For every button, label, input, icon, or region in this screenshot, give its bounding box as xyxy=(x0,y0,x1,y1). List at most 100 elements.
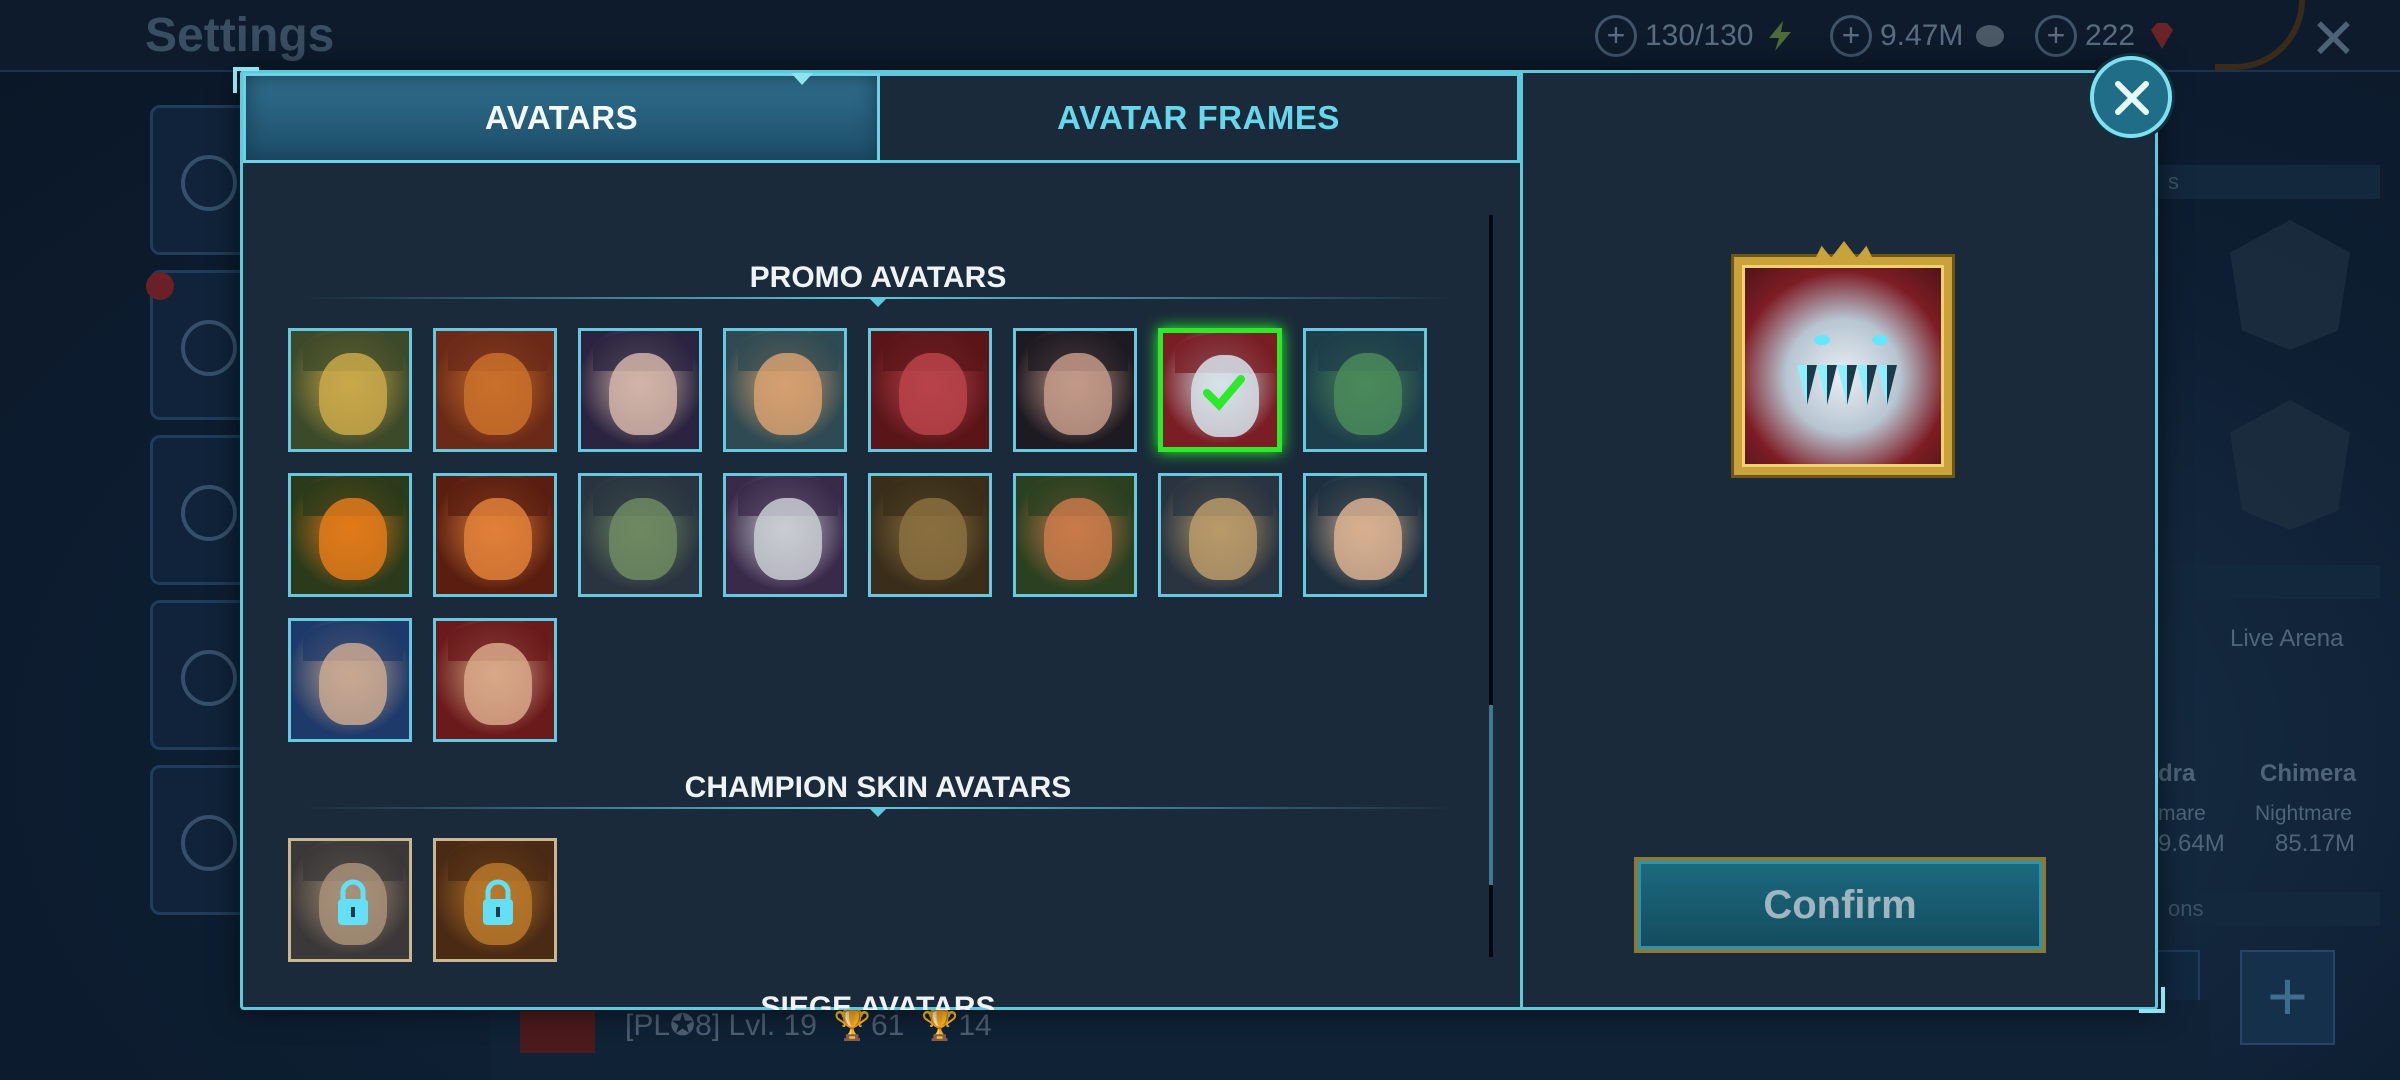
tab-avatar-frames[interactable]: AVATAR FRAMES xyxy=(880,73,1520,163)
avatar-locked-priestess[interactable] xyxy=(288,838,412,962)
trophy-count: 61 xyxy=(870,1009,905,1042)
section-title-promo: PROMO AVATARS xyxy=(749,261,1007,294)
add-silver-button[interactable]: + xyxy=(1830,15,1872,57)
silver-value: 9.47M xyxy=(1880,19,1964,52)
checkmark-icon xyxy=(1203,375,1245,411)
avatar-portrait xyxy=(319,353,387,435)
avatar-portrait xyxy=(1334,353,1402,435)
gem-value: 222 xyxy=(2085,19,2136,52)
avatar-portrait xyxy=(464,643,532,725)
avatar-list[interactable]: PROMO AVATARS CHAMPION SKIN AVATARS SIEG… xyxy=(243,163,1520,1010)
avatar-select-modal: AVATARS AVATAR FRAMES PROMO AVATARS CHAM… xyxy=(233,67,2165,1013)
promo-avatar-grid xyxy=(288,328,1427,742)
background-close-icon[interactable]: ✕ xyxy=(2310,6,2357,72)
energy-icon xyxy=(1769,21,1792,51)
background-section-header: s xyxy=(2158,165,2380,199)
tab-avatars[interactable]: AVATARS xyxy=(243,73,880,163)
avatar-elven-maiden[interactable] xyxy=(1303,473,1427,597)
preview-fangs xyxy=(1797,365,1897,405)
preview-eye-right xyxy=(1872,335,1888,345)
hydra-label: dra xyxy=(2158,760,2196,787)
lock-icon xyxy=(483,879,513,925)
background-divider xyxy=(2158,565,2380,599)
chimera-score: 85.17M xyxy=(2275,830,2356,857)
chimera-label: Chimera xyxy=(2260,760,2357,787)
avatar-portrait xyxy=(1044,353,1112,435)
avatar-gold-masked-warrior[interactable] xyxy=(288,328,412,452)
section-divider xyxy=(303,297,1453,307)
avatar-portrait xyxy=(464,353,532,435)
lock-icon xyxy=(338,879,368,925)
avatar-portrait xyxy=(754,498,822,580)
silver-resource[interactable]: + 9.47M xyxy=(1830,14,2007,58)
section-divider xyxy=(303,807,1453,817)
avatar-horned-druid[interactable] xyxy=(1303,328,1427,452)
preview-eye-left xyxy=(1814,335,1830,345)
globe-icon xyxy=(181,815,237,871)
close-icon xyxy=(2115,81,2149,115)
avatar-tribal-chief[interactable] xyxy=(433,328,557,452)
page-title: Settings xyxy=(145,9,335,62)
hydra-score: 9.64M xyxy=(2158,830,2225,857)
energy-resource[interactable]: + 130/130 xyxy=(1595,14,1797,58)
selected-avatar-preview xyxy=(1734,257,1952,475)
profile-icon xyxy=(181,155,237,211)
section-title-siege: SIEGE AVATARS xyxy=(760,991,996,1010)
chimera-difficulty: Nightmare xyxy=(2255,802,2352,825)
add-energy-button[interactable]: + xyxy=(1595,15,1637,57)
decorative-hook-icon xyxy=(2215,0,2305,70)
background-section-header: ons xyxy=(2158,892,2380,926)
avatar-portrait xyxy=(319,498,387,580)
avatar-leprechaun-dwarf[interactable] xyxy=(1013,473,1137,597)
avatar-portrait xyxy=(1334,498,1402,580)
avatar-gold-crown-warlord[interactable] xyxy=(1158,473,1282,597)
player-info: [PL✪8] Lvl. 19 🏆61 🏆14 xyxy=(625,1009,992,1042)
energy-value: 130/130 xyxy=(1645,19,1754,52)
info-icon xyxy=(181,650,237,706)
scrollbar-thumb[interactable] xyxy=(1489,705,1493,885)
avatar-locked-beastman[interactable] xyxy=(433,838,557,962)
clan-flag-icon xyxy=(520,1005,595,1053)
player-level: Lvl. 19 xyxy=(728,1009,817,1042)
panel-divider xyxy=(1520,73,1523,1010)
avatar-cyan-crowned-elf[interactable] xyxy=(723,328,847,452)
avatar-portrait xyxy=(899,353,967,435)
modal-tabs: AVATARS AVATAR FRAMES xyxy=(243,73,1520,163)
avatar-noble-lady[interactable] xyxy=(1013,328,1137,452)
avatar-pumpkin-head[interactable] xyxy=(288,473,412,597)
avatar-portrait xyxy=(1044,498,1112,580)
silver-icon xyxy=(1976,25,2005,47)
avatar-green-orc[interactable] xyxy=(578,473,702,597)
gem-icon xyxy=(2151,23,2174,49)
user-icon xyxy=(181,320,237,376)
avatar-portrait xyxy=(1189,498,1257,580)
avatar-red-armored-knight[interactable] xyxy=(868,328,992,452)
avatar-frost-beast[interactable] xyxy=(1158,328,1282,452)
avatar-silver-helmet-knight[interactable] xyxy=(723,473,847,597)
skin-avatar-grid xyxy=(288,838,1427,962)
avatar-portrait xyxy=(609,353,677,435)
clan-tag: [PL✪8] xyxy=(625,1009,721,1042)
background-header: Settings + 130/130 + 9.47M + 222 ✕ xyxy=(0,0,2400,72)
avatar-portrait xyxy=(609,498,677,580)
section-title-champion-skin: CHAMPION SKIN AVATARS xyxy=(684,771,1072,804)
cup-count: 14 xyxy=(958,1009,992,1042)
gem-resource[interactable]: + 222 xyxy=(2035,14,2179,58)
player-bar: [PL✪8] Lvl. 19 🏆61 🏆14 xyxy=(490,1000,2210,1080)
avatar-portrait xyxy=(464,498,532,580)
confirm-button[interactable]: Confirm xyxy=(1634,857,2046,953)
avatar-tattooed-warrior[interactable] xyxy=(288,618,412,742)
avatar-portrait xyxy=(319,643,387,725)
add-slot-button[interactable]: + xyxy=(2240,950,2335,1045)
live-arena-label: Live Arena xyxy=(2230,625,2344,652)
avatar-goblin-warrior[interactable] xyxy=(868,473,992,597)
hydra-difficulty: mare xyxy=(2158,802,2206,825)
avatar-portrait xyxy=(754,353,822,435)
close-modal-button[interactable] xyxy=(2090,56,2172,138)
avatar-red-haired-queen[interactable] xyxy=(433,618,557,742)
avatar-fire-demon[interactable] xyxy=(433,473,557,597)
add-gem-button[interactable]: + xyxy=(2035,15,2077,57)
avatar-portrait xyxy=(899,498,967,580)
notification-dot xyxy=(146,272,174,300)
avatar-dark-haired-woman[interactable] xyxy=(578,328,702,452)
